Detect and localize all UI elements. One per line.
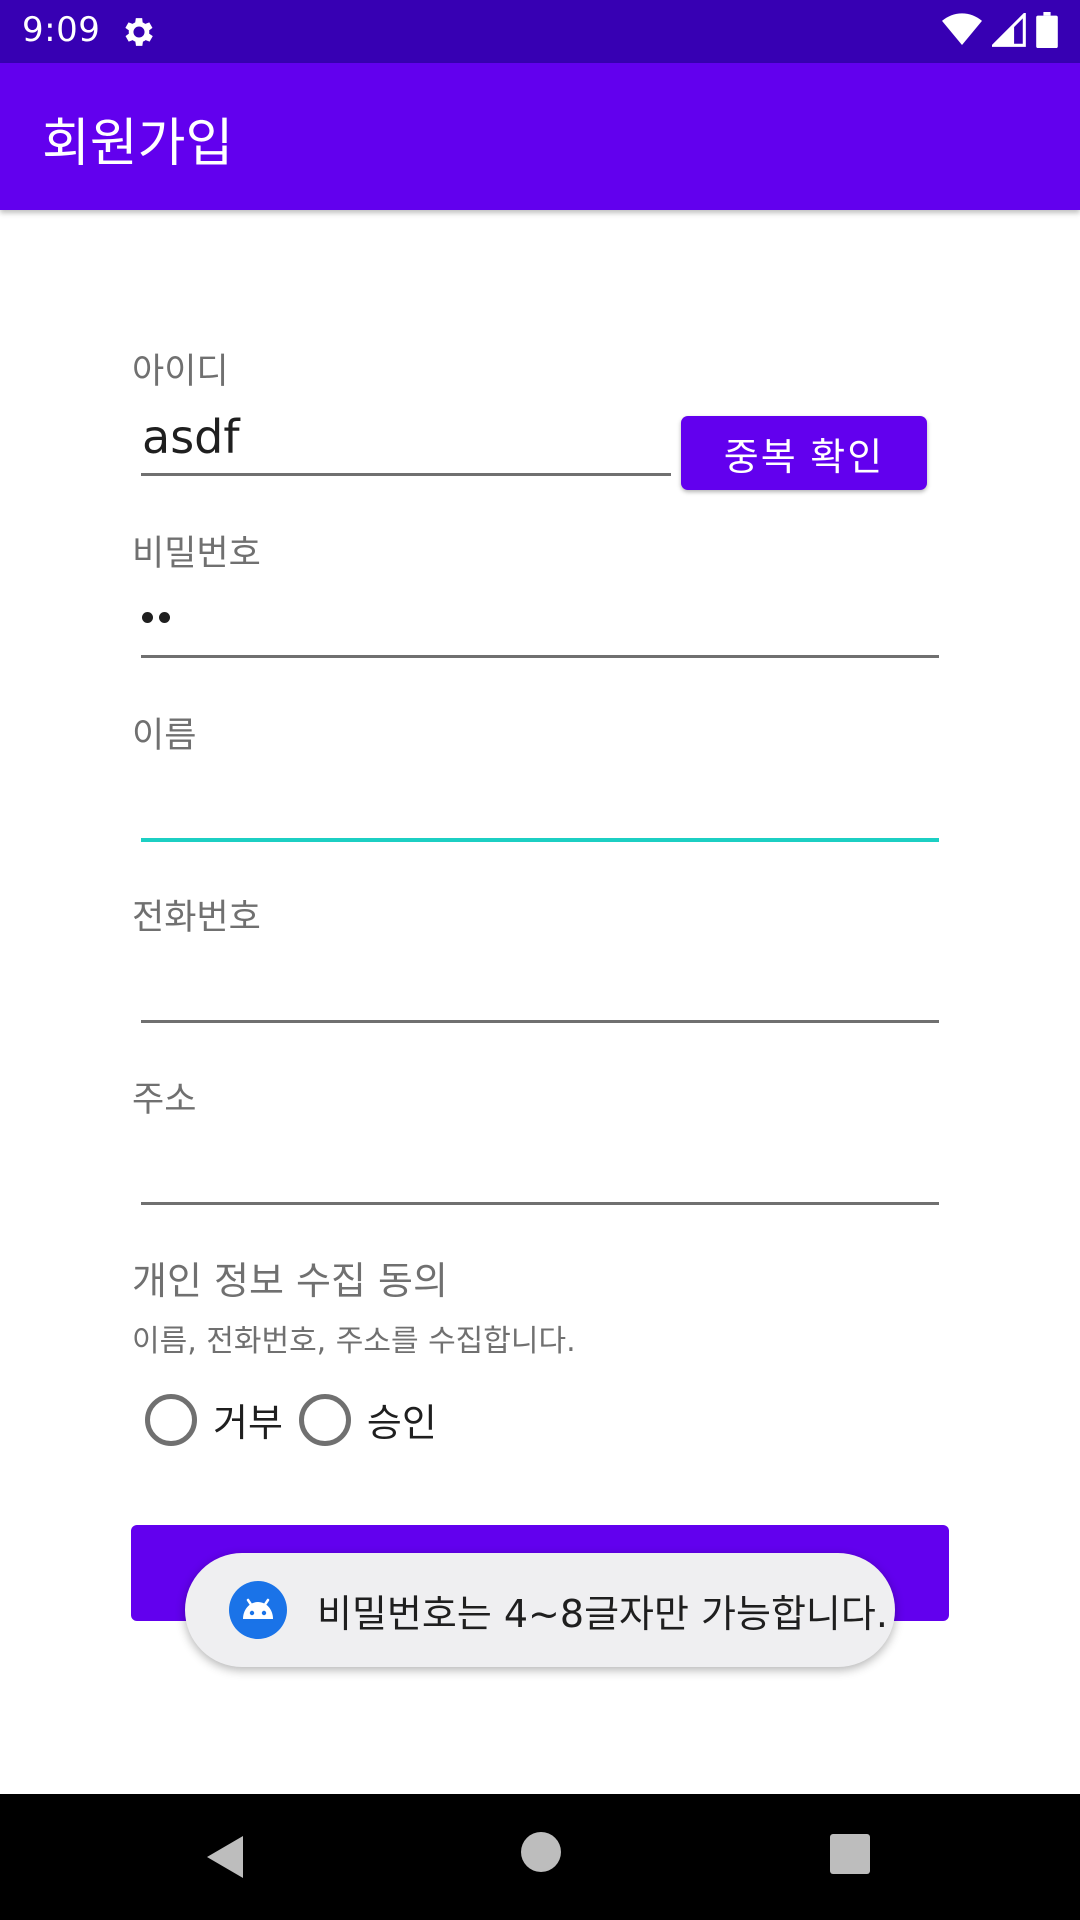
address-input[interactable] <box>141 1128 939 1205</box>
app-bar: 회원가입 <box>0 63 1080 210</box>
phone-input[interactable] <box>141 946 939 1023</box>
id-input[interactable] <box>141 400 671 476</box>
signal-icon <box>992 13 1026 47</box>
home-icon[interactable] <box>521 1832 561 1872</box>
privacy-radio-group: 거부 승인 <box>145 1392 453 1447</box>
radio-reject-label: 거부 <box>213 1401 283 1445</box>
recents-icon[interactable] <box>830 1834 870 1874</box>
privacy-title: 개인 정보 수집 동의 <box>132 1259 448 1303</box>
id-label: 아이디 <box>132 352 229 392</box>
status-icons <box>942 12 1058 48</box>
password-input[interactable] <box>141 582 939 658</box>
address-label: 주소 <box>132 1080 197 1120</box>
page-title: 회원가입 <box>42 114 234 174</box>
radio-reject-circle[interactable] <box>145 1393 197 1446</box>
navigation-bar <box>0 1794 1080 1920</box>
status-time: 9:09 <box>22 10 101 50</box>
radio-accept-circle[interactable] <box>298 1393 351 1446</box>
radio-reject[interactable]: 거부 <box>145 1392 283 1447</box>
radio-accept-label: 승인 <box>366 1401 437 1445</box>
radio-accept[interactable]: 승인 <box>298 1392 437 1447</box>
wifi-icon <box>942 13 982 46</box>
duplicate-check-button[interactable]: 중복 확인 <box>681 416 927 490</box>
toast-message: 비밀번호는 4~8글자만 가능합니다. <box>317 1591 888 1636</box>
gear-icon <box>125 18 153 46</box>
back-icon[interactable] <box>205 1834 245 1880</box>
status-bar: 9:09 <box>0 0 1080 63</box>
battery-icon <box>1036 12 1058 48</box>
name-label: 이름 <box>132 716 197 756</box>
name-input[interactable] <box>141 764 939 842</box>
android-icon <box>229 1581 287 1639</box>
password-label: 비밀번호 <box>132 534 261 574</box>
privacy-description: 이름, 전화번호, 주소를 수집합니다. <box>132 1324 576 1359</box>
phone-label: 전화번호 <box>132 898 261 938</box>
toast: 비밀번호는 4~8글자만 가능합니다. <box>185 1553 895 1667</box>
